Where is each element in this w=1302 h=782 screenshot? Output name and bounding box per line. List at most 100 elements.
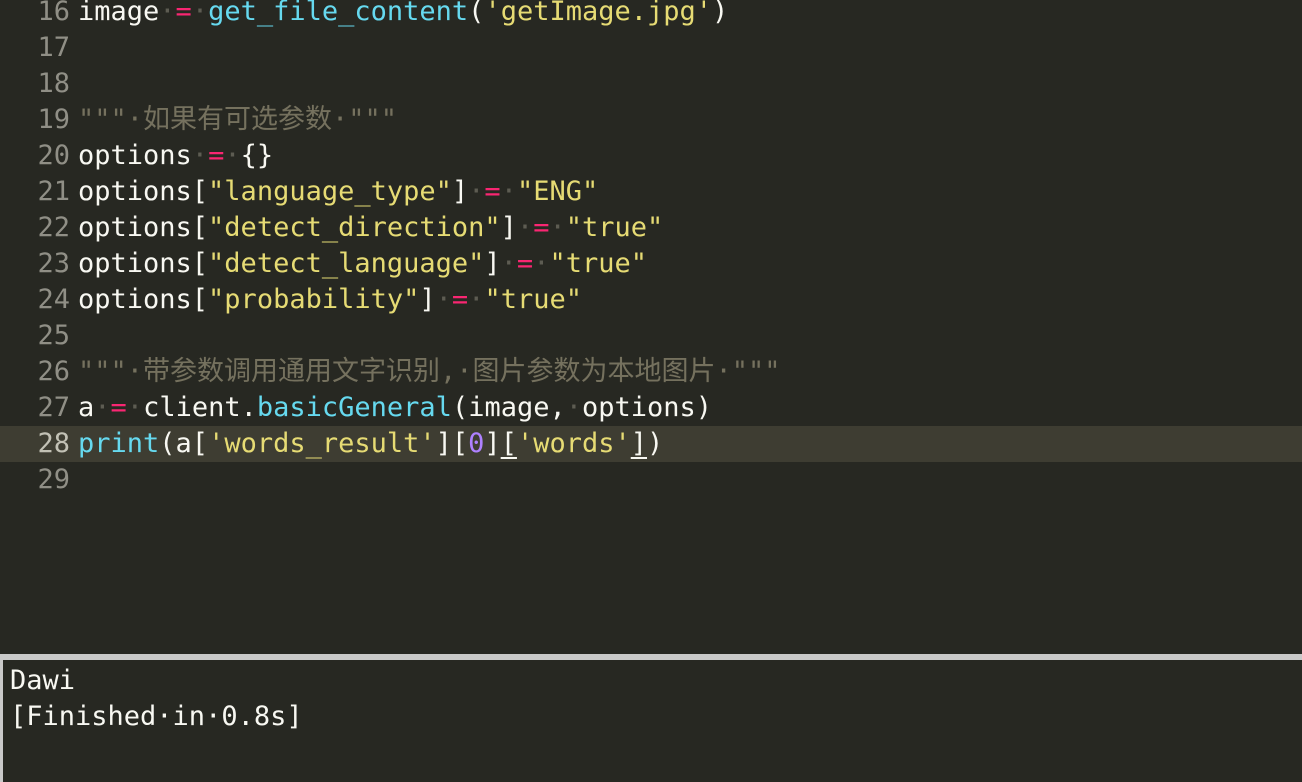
code-token-string: "detect_direction" bbox=[208, 212, 501, 243]
code-token-string: "language_type" bbox=[208, 176, 452, 207]
code-token-ws: · bbox=[159, 0, 176, 27]
code-line-20[interactable]: 20 options·=·{} bbox=[0, 138, 1302, 174]
code-line-21[interactable]: 21 options["language_type"]·=·"ENG" bbox=[0, 174, 1302, 210]
code-token-plain: options[ bbox=[78, 284, 209, 315]
line-number: 25 bbox=[37, 320, 70, 351]
code-token-plain: options bbox=[78, 140, 192, 171]
code-token-ws: · bbox=[435, 284, 452, 315]
code-token-func: print bbox=[78, 428, 160, 459]
code-token-num: 0 bbox=[468, 428, 485, 459]
code-token-plain: image bbox=[78, 0, 160, 27]
line-number: 21 bbox=[37, 176, 70, 207]
line-number: 24 bbox=[37, 284, 70, 315]
code-token-plain: options[ bbox=[78, 248, 209, 279]
line-number: 17 bbox=[37, 32, 70, 63]
code-token-plain: ] bbox=[419, 284, 436, 315]
line-number: 19 bbox=[37, 104, 70, 135]
code-token-op: = bbox=[533, 212, 550, 243]
code-token-string: "true" bbox=[565, 212, 664, 243]
code-token-string: "true" bbox=[484, 284, 582, 315]
code-token-op: = bbox=[110, 392, 127, 423]
code-token-ws: · bbox=[533, 248, 550, 279]
code-token-ws: · bbox=[224, 140, 241, 171]
code-text[interactable]: options["detect_direction"]·=·"true" bbox=[78, 210, 663, 246]
code-text[interactable]: a·=·client.basicGeneral(image,·options) bbox=[78, 390, 712, 426]
code-token-plain: client. bbox=[143, 392, 257, 423]
code-line-24[interactable]: 24 options["probability"]·=·"true" bbox=[0, 282, 1302, 318]
code-token-string: "probability" bbox=[208, 284, 420, 315]
code-token-op: = bbox=[516, 248, 534, 279]
code-token-plain: ( bbox=[468, 0, 485, 27]
code-token-op: = bbox=[175, 0, 192, 27]
code-token-plain: ) bbox=[712, 0, 729, 27]
output-line: [Finished·in·0.8s] bbox=[10, 701, 303, 732]
code-line-25[interactable]: 25 bbox=[0, 318, 1302, 354]
line-number: 29 bbox=[37, 464, 70, 495]
line-number: 22 bbox=[37, 212, 70, 243]
code-token-comment: """·带参数调用通用文字识别,·图片参数为本地图片·""" bbox=[78, 356, 781, 387]
code-line-26[interactable]: 26 """·带参数调用通用文字识别,·图片参数为本地图片·""" bbox=[0, 354, 1302, 390]
code-token-ws: · bbox=[468, 176, 485, 207]
code-text[interactable]: options·=·{} bbox=[78, 138, 273, 174]
line-number: 28 bbox=[37, 428, 70, 459]
code-line-23[interactable]: 23 options["detect_language"]·=·"true" bbox=[0, 246, 1302, 282]
code-token-ws: · bbox=[500, 248, 517, 279]
code-line-28[interactable]: 28 print(a['words_result'][0]['words']) bbox=[0, 426, 1302, 462]
code-token-string: 'words_result' bbox=[208, 428, 436, 459]
code-token-plain: options[ bbox=[78, 212, 209, 243]
code-text[interactable]: """·如果有可选参数·""" bbox=[78, 102, 397, 138]
code-token-string: "true" bbox=[549, 248, 647, 279]
code-token-comment: """·如果有可选参数·""" bbox=[78, 104, 398, 135]
code-token-plain: ] bbox=[484, 428, 501, 459]
code-token-func: get_file_content bbox=[208, 0, 469, 27]
line-number: 23 bbox=[37, 248, 70, 279]
code-line-27[interactable]: 27 a·=·client.basicGeneral(image,·options… bbox=[0, 390, 1302, 426]
code-text[interactable]: options["detect_language"]·=·"true" bbox=[78, 246, 647, 282]
build-output-panel: Dawi [Finished·in·0.8s] bbox=[0, 660, 1302, 782]
code-token-string: "ENG" bbox=[516, 176, 599, 207]
code-token-ws: · bbox=[94, 392, 111, 423]
code-token-bracket-match: [ bbox=[500, 428, 517, 459]
code-token-ws: · bbox=[549, 212, 566, 243]
code-token-plain: ][ bbox=[435, 428, 469, 459]
code-token-ws: · bbox=[191, 0, 209, 27]
code-text[interactable]: """·带参数调用通用文字识别,·图片参数为本地图片·""" bbox=[78, 354, 781, 390]
code-text[interactable]: print(a['words_result'][0]['words']) bbox=[78, 426, 663, 462]
code-line-22[interactable]: 22 options["detect_direction"]·=·"true" bbox=[0, 210, 1302, 246]
code-line-29[interactable]: 29 bbox=[0, 462, 1302, 498]
code-token-plain: (a[ bbox=[159, 428, 209, 459]
line-number: 26 bbox=[37, 356, 70, 387]
code-token-plain: {} bbox=[240, 140, 274, 171]
code-token-ws: · bbox=[516, 212, 534, 243]
code-token-ws: · bbox=[468, 284, 485, 315]
code-token-func: basicGeneral bbox=[256, 392, 452, 423]
code-token-op: = bbox=[208, 140, 225, 171]
line-number: 18 bbox=[37, 68, 70, 99]
code-token-plain: ] bbox=[451, 176, 469, 207]
code-token-op: = bbox=[484, 176, 501, 207]
code-token-ws: · bbox=[126, 392, 144, 423]
code-token-string: 'getImage.jpg' bbox=[484, 0, 713, 27]
code-token-plain: (image, bbox=[451, 392, 566, 423]
code-token-ws: · bbox=[565, 392, 582, 423]
code-token-ws: · bbox=[500, 176, 517, 207]
code-editor[interactable]: 16 image·=·get_file_content('getImage.jpg… bbox=[0, 0, 1302, 654]
code-line-16[interactable]: 16 image·=·get_file_content('getImage.jpg… bbox=[0, 0, 1302, 30]
code-text[interactable]: image·=·get_file_content('getImage.jpg') bbox=[78, 0, 728, 30]
code-token-op: = bbox=[451, 284, 469, 315]
code-text[interactable]: options["probability"]·=·"true" bbox=[78, 282, 582, 318]
line-number: 27 bbox=[37, 392, 70, 423]
output-line: Dawi bbox=[10, 665, 76, 696]
code-token-bracket-match: ] bbox=[630, 428, 648, 459]
code-token-string: "detect_language" bbox=[208, 248, 485, 279]
code-token-ws: · bbox=[191, 140, 209, 171]
code-token-plain: ) bbox=[647, 428, 664, 459]
code-line-18[interactable]: 18 bbox=[0, 66, 1302, 102]
code-text[interactable]: options["language_type"]·=·"ENG" bbox=[78, 174, 598, 210]
code-token-plain: options) bbox=[582, 392, 713, 423]
code-line-19[interactable]: 19 """·如果有可选参数·""" bbox=[0, 102, 1302, 138]
code-token-plain: ] bbox=[484, 248, 501, 279]
code-line-17[interactable]: 17 bbox=[0, 30, 1302, 66]
code-token-plain: a bbox=[78, 392, 95, 423]
code-token-string: 'words' bbox=[516, 428, 631, 459]
